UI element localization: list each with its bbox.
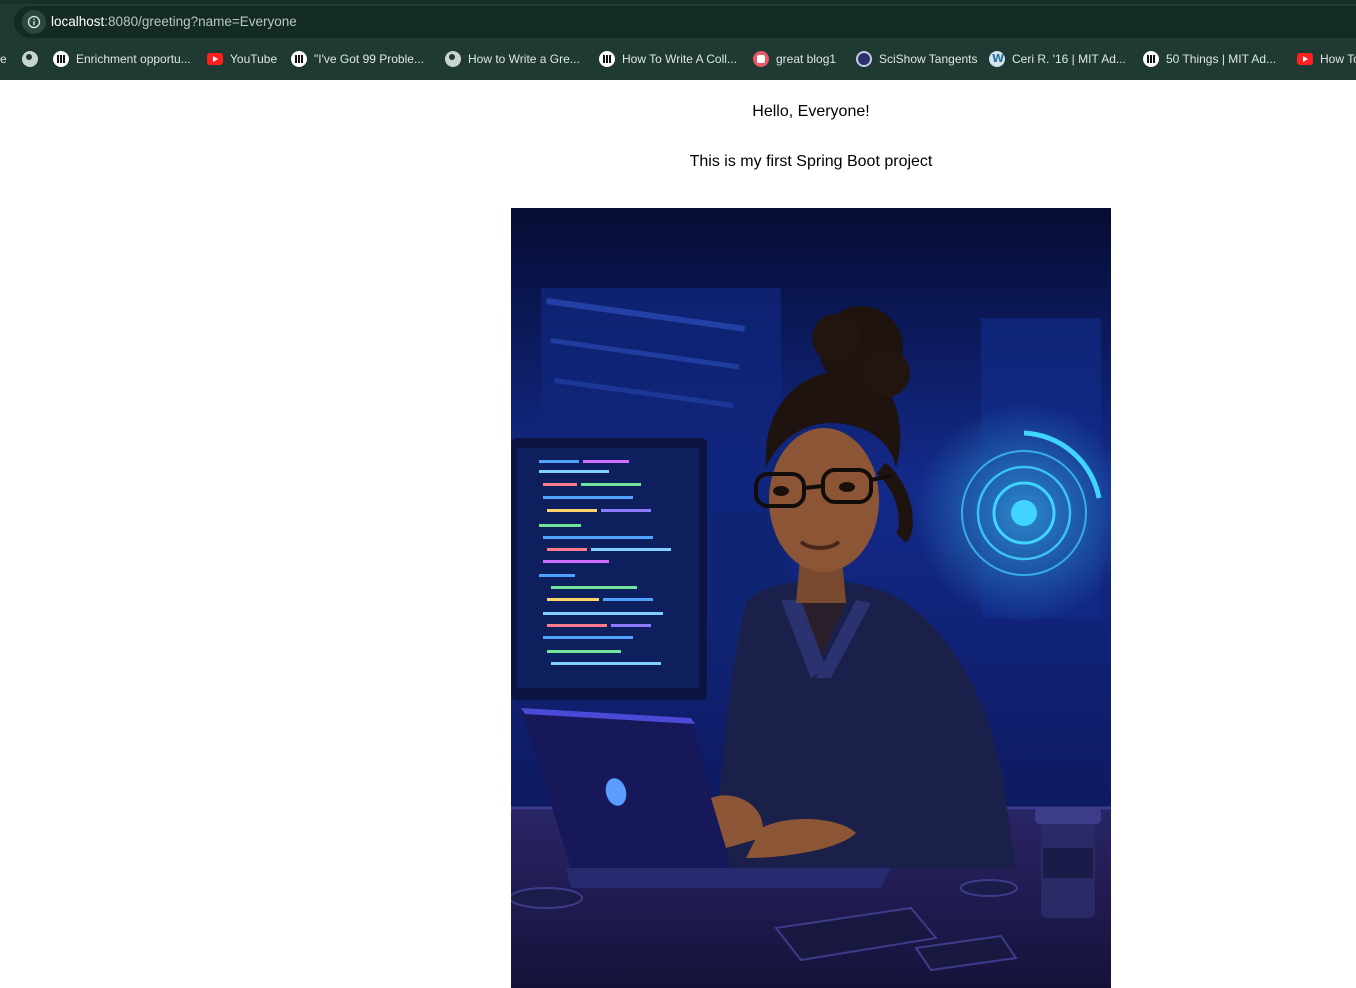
mit-logo-icon	[1143, 51, 1159, 67]
bookmark-label: YouTube	[230, 52, 278, 66]
url-path: :8080/greeting?name=Everyone	[104, 14, 297, 29]
youtube-icon	[207, 53, 223, 65]
bookmark-label: How To Write A Coll...	[622, 52, 737, 66]
globe-icon	[445, 51, 461, 67]
bookmark-item[interactable]: How To Write A Coll...	[599, 50, 737, 68]
address-bar[interactable]: localhost:8080/greeting?name=Everyone	[14, 6, 1356, 38]
globe-icon	[22, 51, 38, 67]
mit-logo-icon	[599, 51, 615, 67]
bookmark-item[interactable]: How To	[1297, 50, 1356, 68]
bookmark-item[interactable]: How to Write a Gre...	[445, 50, 580, 68]
subtitle-text: This is my first Spring Boot project	[689, 153, 933, 170]
bookmark-label: Enrichment opportu...	[76, 52, 191, 66]
wordpress-icon	[989, 51, 1005, 67]
bookmark-label: e	[0, 52, 7, 66]
mit-logo-icon	[53, 51, 69, 67]
bookmark-item[interactable]: SciShow Tangents	[856, 50, 978, 68]
bookmark-label: How to Write a Gre...	[468, 52, 580, 66]
url-text[interactable]: localhost:8080/greeting?name=Everyone	[51, 14, 297, 29]
bookmarks-bar: e Enrichment opportu... YouTube "I've Go…	[0, 46, 1356, 72]
bookmark-item[interactable]: Enrichment opportu...	[53, 50, 191, 68]
scishow-icon	[856, 51, 872, 67]
bookmark-label: 50 Things | MIT Ad...	[1166, 52, 1277, 66]
bookmark-item[interactable]: "I've Got 99 Proble...	[291, 50, 424, 68]
bookmark-item[interactable]: great blog1	[753, 50, 836, 68]
developer-illustration	[511, 208, 1111, 988]
bookmark-item[interactable]: YouTube	[207, 50, 277, 68]
bookmark-label: Ceri R. '16 | MIT Ad...	[1012, 52, 1126, 66]
bookmark-item[interactable]: 50 Things | MIT Ad...	[1143, 50, 1276, 68]
bookmark-item[interactable]	[22, 50, 45, 68]
url-host: localhost	[51, 14, 105, 29]
mit-logo-icon	[291, 51, 307, 67]
bookmark-label: great blog1	[776, 52, 837, 66]
browser-chrome: localhost:8080/greeting?name=Everyone e …	[0, 0, 1356, 80]
bookmark-item[interactable]: Ceri R. '16 | MIT Ad...	[989, 50, 1126, 68]
youtube-icon	[1297, 53, 1313, 65]
bookmark-label: SciShow Tangents	[879, 52, 978, 66]
bookmark-item[interactable]: e	[0, 50, 7, 68]
blog-icon	[753, 51, 769, 67]
site-info-icon[interactable]	[22, 10, 46, 34]
bookmark-label: "I've Got 99 Proble...	[314, 52, 424, 66]
greeting-text: Hello, Everyone!	[752, 103, 870, 120]
bookmark-label: How To	[1320, 52, 1356, 66]
